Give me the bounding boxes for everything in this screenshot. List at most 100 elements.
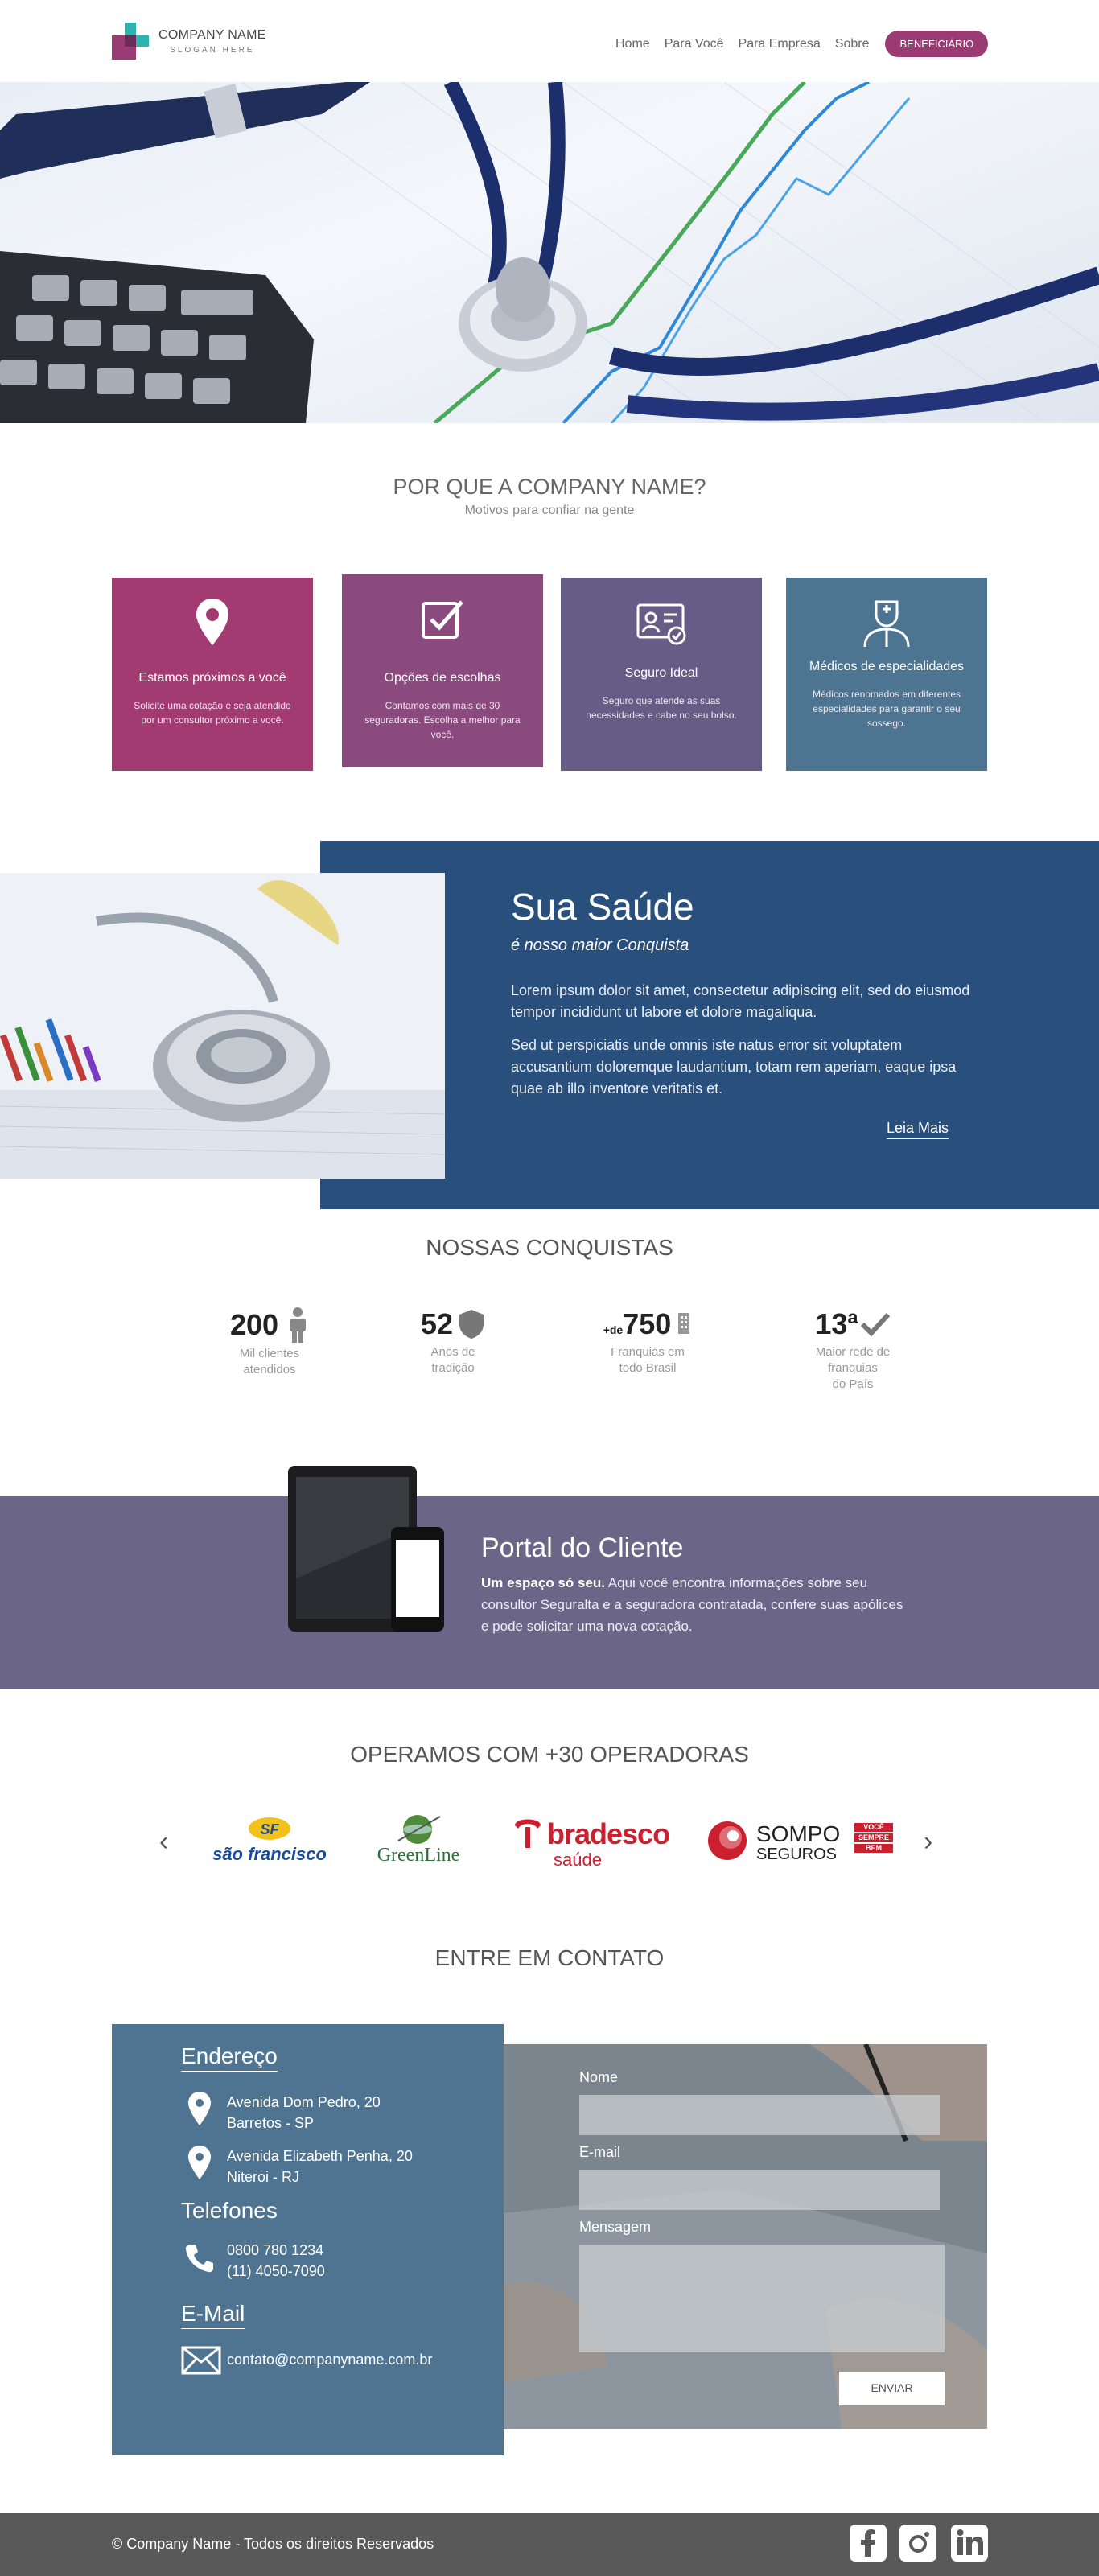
- stat-label: Franquias em: [611, 1345, 685, 1359]
- logo-text: são francisco: [212, 1844, 327, 1864]
- nav-home[interactable]: Home: [615, 37, 650, 51]
- endereco-heading: Endereço: [181, 2043, 278, 2072]
- logo-subtext: SEGUROS: [756, 1846, 838, 1863]
- header: COMPANY NAME SLOGAN HERE Home Para Você …: [0, 0, 1099, 82]
- logo-subtext: saúde: [554, 1850, 602, 1870]
- tag-line: VOCÊ: [854, 1823, 893, 1832]
- sompo-tagline: VOCÊ SEMPRE BEM: [854, 1823, 893, 1853]
- portal-lead: Um espaço só seu.: [481, 1575, 606, 1590]
- stat-ranking: 13ª Maior rede de franquias do País: [792, 1307, 913, 1393]
- card-proximos[interactable]: Estamos próximos a você Solicite uma cot…: [112, 578, 313, 771]
- stat-label: atendidos: [243, 1363, 296, 1376]
- shield-icon: [459, 1310, 484, 1339]
- company-name: COMPANY NAME: [158, 27, 266, 42]
- instagram-icon[interactable]: [899, 2525, 936, 2562]
- saude-title: Sua Saúde: [511, 886, 694, 928]
- slogan: SLOGAN HERE: [170, 45, 255, 55]
- beneficiario-button[interactable]: BENEFICIÁRIO: [885, 31, 989, 57]
- why-title: POR QUE A COMPANY NAME?: [393, 475, 706, 499]
- tag-line: SEMPRE: [854, 1833, 893, 1842]
- stat-number: 13ª: [815, 1307, 858, 1340]
- email-label: E-mail: [579, 2144, 621, 2160]
- email-address[interactable]: contato@companyname.com.br: [227, 2349, 432, 2370]
- stat-label: do País: [832, 1377, 874, 1391]
- portal-title: Portal do Cliente: [481, 1533, 684, 1563]
- address-2-line-1: Avenida Elizabeth Penha, 20: [227, 2148, 413, 2164]
- logo-text: SOMPO: [756, 1821, 841, 1846]
- doctor-icon: [786, 597, 987, 648]
- card-text: Seguro que atende as suas necessidades e…: [586, 695, 737, 721]
- linkedin-icon[interactable]: [951, 2525, 988, 2562]
- logo-greenline[interactable]: GreenLine: [362, 1812, 475, 1876]
- address-2-line-2: Niteroi - RJ: [227, 2169, 300, 2185]
- stat-number: 750: [623, 1307, 672, 1340]
- logo[interactable]: COMPANY NAME SLOGAN HERE: [112, 23, 266, 60]
- card-title: Opções de escolhas: [384, 671, 501, 685]
- footer: © Company Name - Todos os direitos Reser…: [0, 2513, 1099, 2576]
- logo-bradesco[interactable]: bradesco saúde: [512, 1814, 681, 1879]
- mensagem-textarea[interactable]: [579, 2245, 945, 2352]
- logo-sao-francisco[interactable]: SF são francisco: [209, 1814, 330, 1870]
- logo-text: bradesco: [547, 1817, 670, 1850]
- card-title: Médicos de especialidades: [809, 660, 965, 673]
- nav-para-voce[interactable]: Para Você: [665, 37, 724, 51]
- card-opcoes[interactable]: Opções de escolhas Contamos com mais de …: [342, 574, 543, 767]
- building-icon: [678, 1313, 690, 1334]
- id-card-icon: [561, 602, 762, 645]
- card-text: Médicos renomados em diferentes especial…: [812, 689, 961, 729]
- saude-image: [0, 873, 445, 1179]
- card-medicos[interactable]: Médicos de especialidades Médicos renoma…: [786, 578, 987, 771]
- enviar-button[interactable]: ENVIAR: [839, 2372, 945, 2405]
- saude-paragraph-2: Sed ut perspiciatis unde omnis iste natu…: [511, 1037, 957, 1097]
- stat-label: Maior rede de: [815, 1345, 891, 1359]
- hero-image: [0, 82, 1099, 423]
- phone-2[interactable]: (11) 4050-7090: [227, 2261, 325, 2282]
- stat-label: Anos de: [430, 1345, 475, 1359]
- logo-text: GreenLine: [377, 1845, 460, 1866]
- check-icon: [860, 1312, 890, 1337]
- telefones-heading: Telefones: [181, 2198, 278, 2223]
- page: COMPANY NAME SLOGAN HERE Home Para Você …: [0, 0, 1099, 2576]
- mensagem-label: Mensagem: [579, 2219, 652, 2235]
- logo-sompo[interactable]: SOMPO SEGUROS VOCÊ SEMPRE BEM: [706, 1820, 899, 1868]
- nav-para-empresa[interactable]: Para Empresa: [739, 37, 821, 51]
- contato-title: ENTRE EM CONTATO: [434, 1945, 665, 1970]
- stat-label: franquias: [828, 1361, 878, 1375]
- phone-1[interactable]: 0800 780 1234: [227, 2240, 323, 2261]
- card-text: Contamos com mais de 30 seguradoras. Esc…: [364, 700, 521, 740]
- carousel-next-icon[interactable]: ›: [924, 1826, 932, 1858]
- person-icon: [290, 1307, 307, 1343]
- why-subtitle: Motivos para confiar na gente: [464, 504, 635, 517]
- saude-paragraph-1: Lorem ipsum dolor sit amet, consectetur …: [511, 982, 970, 1020]
- saude-subtitle: é nosso maior Conquista: [511, 936, 689, 954]
- stat-label: tradição: [431, 1361, 475, 1375]
- stat-label: todo Brasil: [619, 1361, 677, 1375]
- stat-clientes: 200 Mil clientes atendidos: [209, 1307, 330, 1378]
- email-input[interactable]: [579, 2170, 940, 2210]
- carousel-prev-icon[interactable]: ‹: [159, 1826, 168, 1858]
- leia-mais-link[interactable]: Leia Mais: [887, 1120, 949, 1139]
- check-box-icon: [342, 597, 543, 642]
- address-1-line-2: Barretos - SP: [227, 2115, 315, 2131]
- stat-number: 52: [420, 1307, 454, 1340]
- copyright: © Company Name - Todos os direitos Reser…: [112, 2536, 434, 2552]
- map-pin-icon: [188, 2146, 211, 2179]
- facebook-icon[interactable]: [850, 2525, 887, 2562]
- map-pin-icon: [188, 2092, 211, 2125]
- svg-text:SF: SF: [260, 1821, 279, 1837]
- phone-icon: [185, 2245, 213, 2273]
- nav-sobre[interactable]: Sobre: [835, 37, 870, 51]
- card-title: Estamos próximos a você: [138, 671, 286, 685]
- tag-line: BEM: [854, 1844, 893, 1853]
- map-pin-icon: [112, 599, 313, 647]
- stat-number: 200: [229, 1308, 279, 1341]
- stat-anos: 52 Anos de tradição: [393, 1307, 513, 1376]
- operadoras-title: OPERAMOS COM +30 OPERADORAS: [350, 1742, 749, 1767]
- stat-label: Mil clientes: [239, 1347, 300, 1360]
- devices-image: [288, 1466, 444, 1632]
- card-text: Solicite uma cotação e seja atendido por…: [134, 700, 291, 726]
- email-heading: E-Mail: [181, 2301, 245, 2329]
- card-seguro-ideal[interactable]: Seguro Ideal Seguro que atende as suas n…: [561, 578, 762, 771]
- nome-input[interactable]: [579, 2095, 940, 2135]
- conquistas-title: NOSSAS CONQUISTAS: [426, 1235, 673, 1260]
